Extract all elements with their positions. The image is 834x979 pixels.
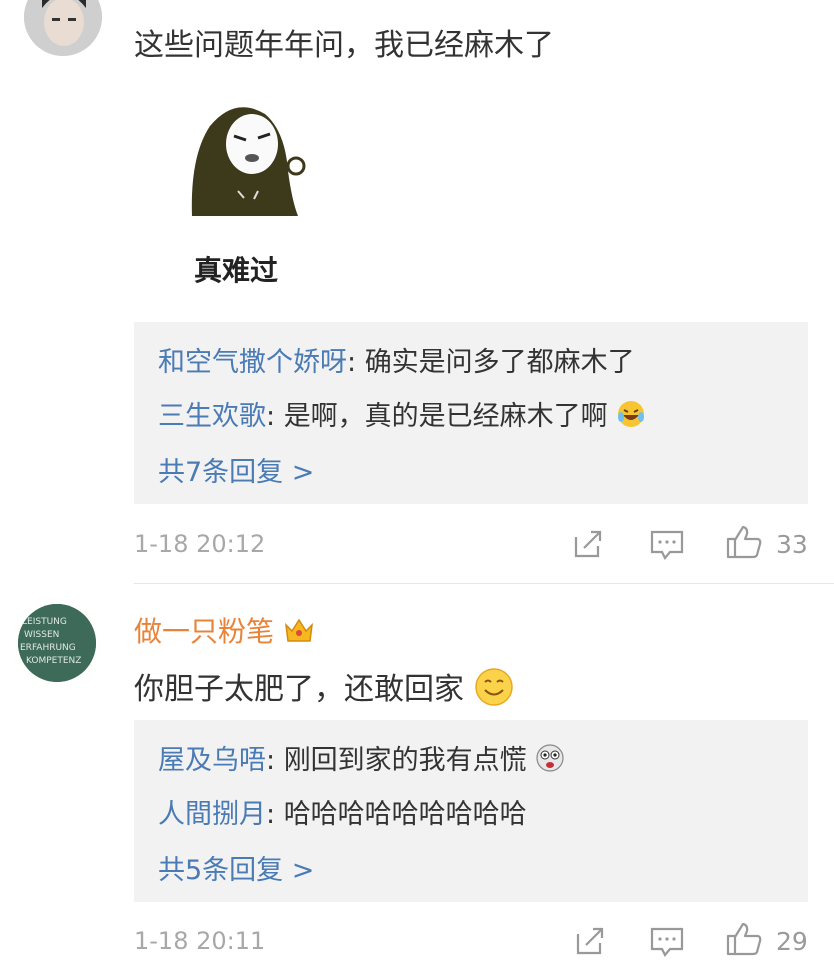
like-count: 29	[776, 927, 808, 956]
comment-icon[interactable]	[650, 927, 684, 961]
comment-text: 你胆子太肥了，还敢回家	[134, 664, 514, 715]
comment-timestamp: 1-18 20:11	[134, 927, 266, 955]
reply-text: 确实是问多了都麻木了	[364, 347, 635, 378]
reply-text: 哈哈哈哈哈哈哈哈哈	[283, 799, 527, 830]
smile-emoji-icon	[474, 667, 514, 715]
reply-item[interactable]: 人間捌月: 哈哈哈哈哈哈哈哈哈	[158, 792, 527, 831]
like-count: 33	[776, 530, 808, 559]
reply-author[interactable]: 人間捌月	[158, 799, 266, 830]
share-icon[interactable]	[572, 529, 604, 563]
reply-separator: :	[266, 799, 284, 830]
like-icon[interactable]	[726, 922, 762, 960]
avatar[interactable]: LEISTUNG WISSEN ERFAHRUNG KOMPETENZ	[18, 604, 96, 682]
comment-text-content: 你胆子太肥了，还敢回家	[134, 672, 464, 707]
reply-author[interactable]: 和空气撒个娇呀	[158, 347, 347, 378]
reply-author[interactable]: 屋及乌唔	[158, 745, 266, 776]
comment-item: LEISTUNG WISSEN ERFAHRUNG KOMPETENZ 做一只粉…	[0, 584, 834, 979]
reply-separator: :	[347, 347, 365, 378]
avatar-text-line: ERFAHRUNG	[20, 643, 76, 653]
laugh-cry-emoji-icon	[616, 399, 646, 436]
reply-text: 刚回到家的我有点慌	[283, 745, 527, 776]
reply-item[interactable]: 三生欢歌: 是啊，真的是已经麻木了啊	[158, 394, 646, 436]
reply-box[interactable]: 屋及乌唔: 刚回到家的我有点慌 人間捌月: 哈哈哈哈哈哈哈哈哈 共5条回复 >	[134, 720, 808, 902]
scared-emoji-icon	[535, 743, 565, 780]
more-replies-link[interactable]: 共7条回复 >	[158, 450, 314, 489]
avatar[interactable]	[24, 0, 102, 56]
reply-item[interactable]: 屋及乌唔: 刚回到家的我有点慌	[158, 738, 565, 780]
author-name[interactable]: 做一只粉笔	[134, 615, 274, 648]
comment-icon[interactable]	[650, 530, 684, 564]
like-icon[interactable]	[726, 525, 762, 563]
comment-text: 这些问题年年问，我已经麻木了	[134, 28, 554, 63]
avatar-text-line: WISSEN	[24, 630, 59, 640]
sticker-caption: 真难过	[194, 254, 279, 287]
sticker-image	[180, 96, 310, 231]
reply-author[interactable]: 三生欢歌	[158, 401, 266, 432]
avatar-text-line: KOMPETENZ	[26, 656, 81, 666]
more-replies-link[interactable]: 共5条回复 >	[158, 848, 314, 887]
reply-separator: :	[266, 745, 284, 776]
comment-item: 这些问题年年问，我已经麻木了 真难过 和空气撒个娇呀: 确实是问多了都麻木了 三…	[0, 0, 834, 583]
comment-author[interactable]: 做一只粉笔	[134, 610, 315, 652]
crown-badge-icon	[283, 615, 315, 652]
reply-box[interactable]: 和空气撒个娇呀: 确实是问多了都麻木了 三生欢歌: 是啊，真的是已经麻木了啊 共…	[134, 322, 808, 504]
avatar-text-line: LEISTUNG	[22, 617, 67, 627]
share-icon[interactable]	[574, 926, 606, 960]
reply-text: 是啊，真的是已经麻木了啊	[283, 401, 608, 432]
reply-item[interactable]: 和空气撒个娇呀: 确实是问多了都麻木了	[158, 340, 635, 379]
comment-timestamp: 1-18 20:12	[134, 530, 266, 558]
reply-separator: :	[266, 401, 284, 432]
